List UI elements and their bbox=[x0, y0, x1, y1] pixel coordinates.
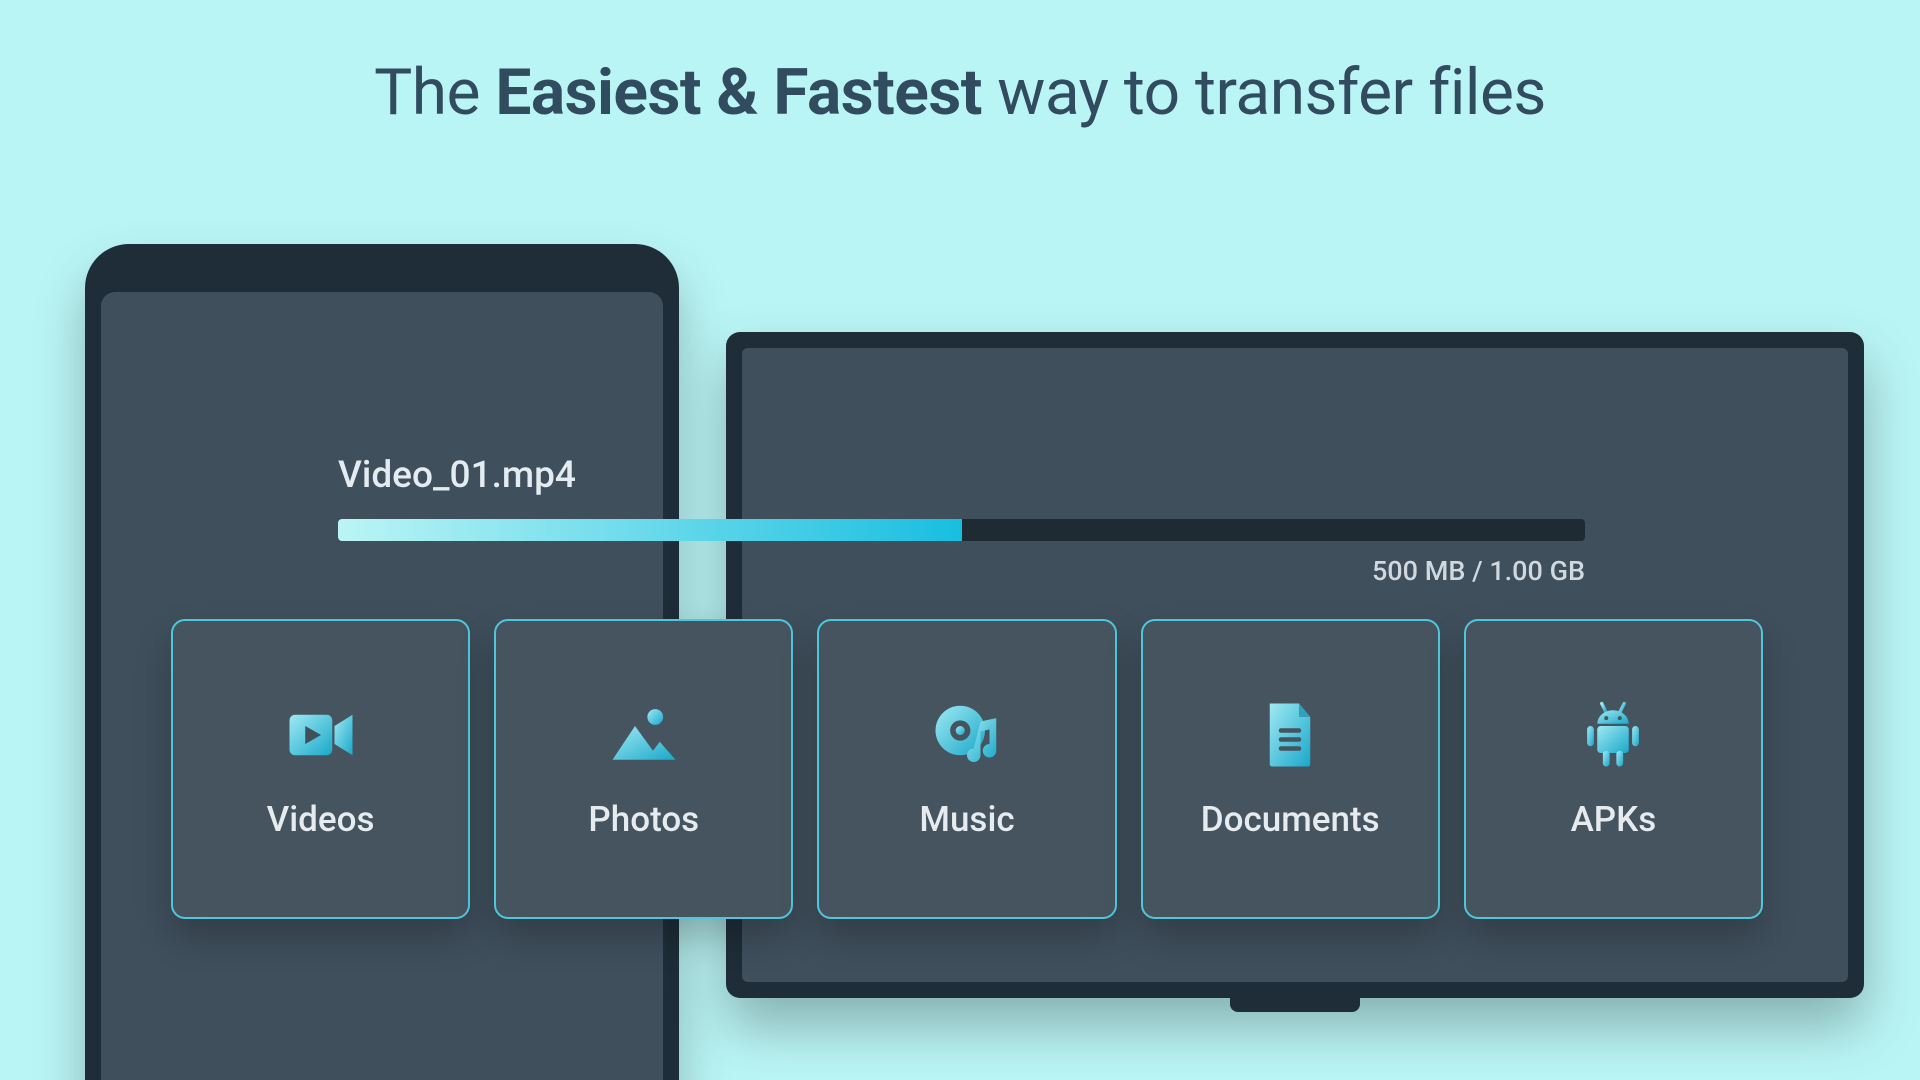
tile-videos-label: Videos bbox=[267, 799, 375, 840]
progress-fill bbox=[338, 519, 962, 541]
headline-pre: The bbox=[374, 55, 495, 130]
tile-documents-label: Documents bbox=[1201, 799, 1380, 840]
tile-photos-label: Photos bbox=[588, 799, 699, 840]
tile-documents[interactable]: Documents bbox=[1141, 619, 1440, 919]
document-icon bbox=[1254, 699, 1326, 771]
transfer-panel: Video_01.mp4 500 MB / 1.00 GB bbox=[338, 454, 1585, 587]
tile-music[interactable]: Music bbox=[817, 619, 1116, 919]
video-icon bbox=[285, 699, 357, 771]
page-headline: The Easiest & Fastest way to transfer fi… bbox=[0, 55, 1920, 130]
android-icon bbox=[1577, 699, 1649, 771]
progress-bar bbox=[338, 519, 1585, 541]
tv-stand bbox=[1230, 998, 1360, 1012]
transfer-filename: Video_01.mp4 bbox=[338, 454, 1585, 497]
tile-music-label: Music bbox=[919, 799, 1014, 840]
tile-apks[interactable]: APKs bbox=[1464, 619, 1763, 919]
tile-videos[interactable]: Videos bbox=[171, 619, 470, 919]
headline-post: way to transfer files bbox=[982, 55, 1546, 130]
music-disc-icon bbox=[931, 699, 1003, 771]
image-icon bbox=[608, 699, 680, 771]
tile-photos[interactable]: Photos bbox=[494, 619, 793, 919]
category-tiles-row: Videos Photos Music bbox=[171, 619, 1763, 919]
progress-status-text: 500 MB / 1.00 GB bbox=[338, 555, 1585, 587]
headline-bold: Easiest & Fastest bbox=[495, 55, 982, 130]
tile-apks-label: APKs bbox=[1571, 799, 1657, 840]
